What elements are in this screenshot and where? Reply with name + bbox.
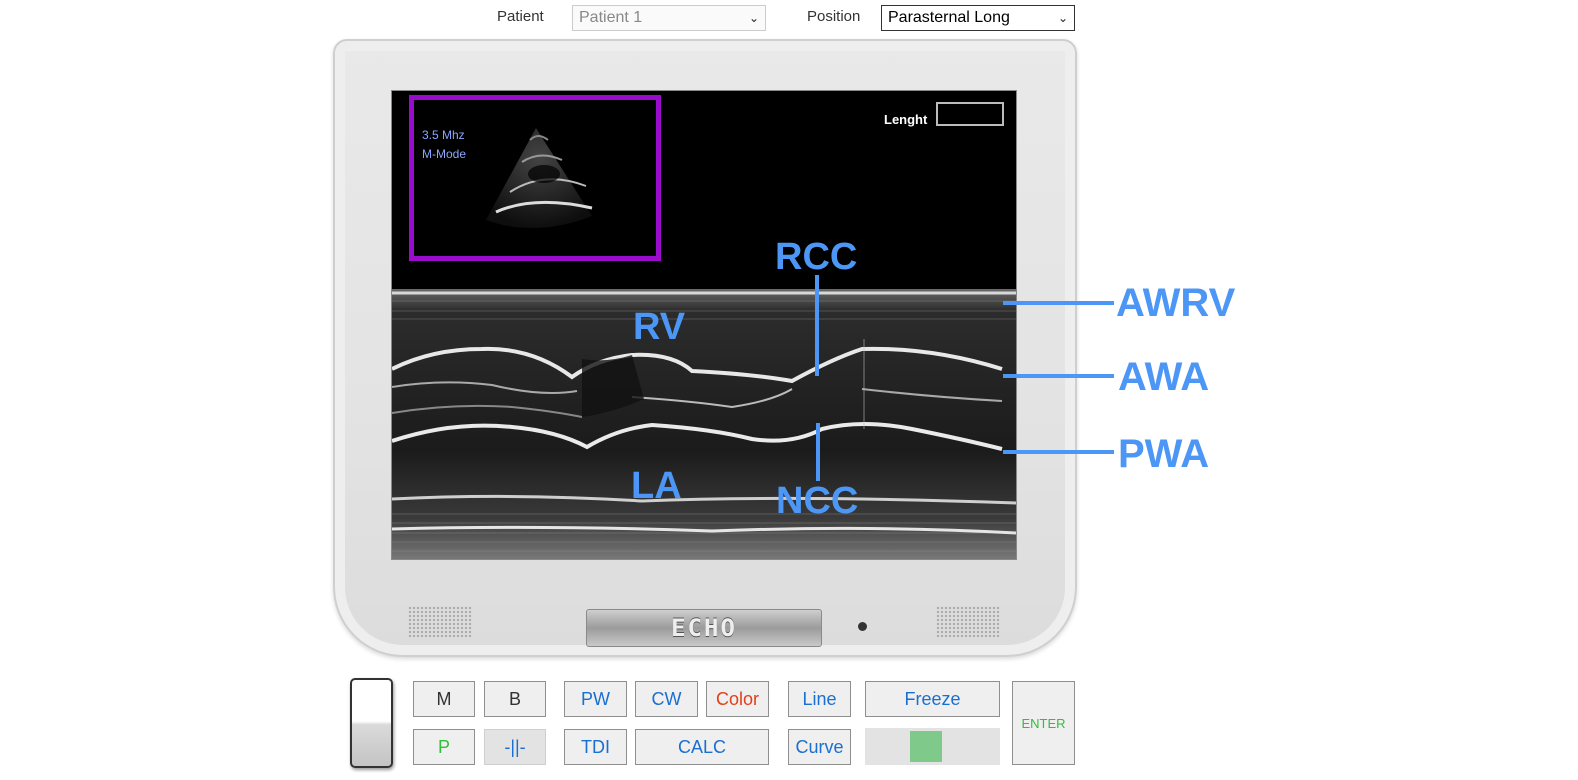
position-select-value: Parasternal Long bbox=[888, 9, 1010, 26]
separator-button[interactable]: -||- bbox=[484, 729, 546, 765]
enter-button[interactable]: ENTER bbox=[1012, 681, 1075, 765]
pw-button[interactable]: PW bbox=[564, 681, 627, 717]
patient-select-value: Patient 1 bbox=[579, 9, 643, 26]
rcc-label: RCC bbox=[775, 236, 858, 278]
b-button[interactable]: B bbox=[484, 681, 546, 717]
tdi-button[interactable]: TDI bbox=[564, 729, 627, 765]
p-button[interactable]: P bbox=[413, 729, 475, 765]
pwa-pointer bbox=[1003, 450, 1114, 454]
speaker-grille-right bbox=[936, 606, 1000, 638]
chevron-down-icon: ⌄ bbox=[748, 11, 759, 25]
chevron-down-icon: ⌄ bbox=[1057, 11, 1068, 25]
echo-sector-image bbox=[486, 128, 593, 229]
awa-pointer bbox=[1003, 374, 1114, 378]
rcc-pointer bbox=[815, 275, 819, 376]
speaker-grille-left bbox=[408, 606, 472, 638]
la-label: LA bbox=[631, 465, 682, 507]
patient-label: Patient bbox=[497, 8, 544, 25]
power-led bbox=[858, 622, 867, 631]
rv-label: RV bbox=[633, 306, 686, 348]
position-select[interactable]: Parasternal Long ⌄ bbox=[881, 5, 1075, 31]
length-label: Lenght bbox=[884, 112, 928, 127]
brand-badge: ECHO bbox=[586, 609, 822, 647]
gain-slider-thumb[interactable] bbox=[910, 731, 943, 762]
awa-label: AWA bbox=[1118, 355, 1210, 399]
awrv-label: AWRV bbox=[1116, 281, 1236, 325]
position-label: Position bbox=[807, 8, 861, 25]
ncc-pointer bbox=[816, 423, 820, 481]
cw-button[interactable]: CW bbox=[635, 681, 698, 717]
length-value-box bbox=[936, 102, 1004, 126]
freeze-button[interactable]: Freeze bbox=[865, 681, 1000, 717]
color-button[interactable]: Color bbox=[706, 681, 769, 717]
m-mode-trace bbox=[392, 289, 1016, 559]
ultrasound-screen: 3.5 Mhz M-Mode Lenght bbox=[391, 90, 1017, 560]
m-button[interactable]: M bbox=[413, 681, 475, 717]
line-button[interactable]: Line bbox=[788, 681, 851, 717]
curve-button[interactable]: Curve bbox=[788, 729, 851, 765]
pwa-label: PWA bbox=[1118, 432, 1210, 476]
ncc-label: NCC bbox=[776, 480, 859, 522]
power-switch[interactable] bbox=[350, 678, 393, 768]
2d-preview-frame: 3.5 Mhz M-Mode bbox=[409, 95, 661, 261]
calc-button[interactable]: CALC bbox=[635, 729, 769, 765]
awrv-pointer bbox=[1003, 301, 1114, 305]
patient-select[interactable]: Patient 1 ⌄ bbox=[572, 5, 766, 31]
